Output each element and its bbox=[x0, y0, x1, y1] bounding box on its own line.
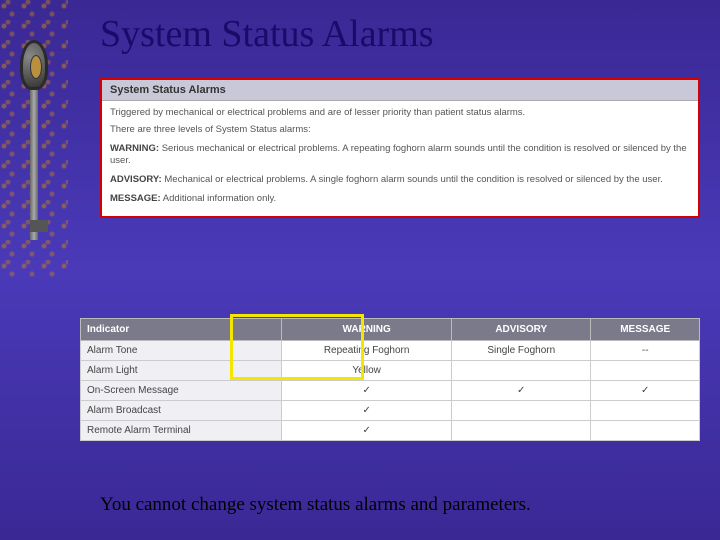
panel-body: Triggered by mechanical or electrical pr… bbox=[102, 101, 698, 216]
cell-warning: Repeating Foghorn bbox=[282, 341, 452, 361]
message-text: Additional information only. bbox=[161, 193, 276, 204]
cell-message bbox=[591, 361, 700, 381]
table-row: On-Screen Message ✓ ✓ ✓ bbox=[81, 381, 700, 401]
panel-header: System Status Alarms bbox=[102, 80, 698, 101]
cell-message bbox=[591, 401, 700, 421]
warning-text: Serious mechanical or electrical problem… bbox=[110, 143, 687, 167]
panel-intro-2: There are three levels of System Status … bbox=[110, 124, 690, 137]
alarm-table: Indicator WARNING ADVISORY MESSAGE Alarm… bbox=[80, 318, 700, 441]
footer-note: You cannot change system status alarms a… bbox=[100, 494, 531, 516]
cell-message bbox=[591, 421, 700, 441]
message-label: MESSAGE: bbox=[110, 193, 161, 204]
advisory-label: ADVISORY: bbox=[110, 174, 162, 185]
advisory-text: Mechanical or electrical problems. A sin… bbox=[162, 174, 663, 185]
cell-label: On-Screen Message bbox=[81, 381, 282, 401]
warning-label: WARNING: bbox=[110, 143, 159, 154]
cell-warning: Yellow bbox=[282, 361, 452, 381]
th-warning: WARNING bbox=[282, 319, 452, 341]
cell-warning: ✓ bbox=[282, 401, 452, 421]
slide-title: System Status Alarms bbox=[100, 12, 434, 56]
cell-label: Alarm Tone bbox=[81, 341, 282, 361]
th-indicator: Indicator bbox=[81, 319, 282, 341]
cell-advisory bbox=[452, 361, 591, 381]
table-row: Remote Alarm Terminal ✓ bbox=[81, 421, 700, 441]
info-panel: System Status Alarms Triggered by mechan… bbox=[100, 78, 700, 218]
table-row: Alarm Broadcast ✓ bbox=[81, 401, 700, 421]
alarm-table-container: Indicator WARNING ADVISORY MESSAGE Alarm… bbox=[80, 318, 700, 441]
cell-advisory bbox=[452, 401, 591, 421]
cell-advisory: ✓ bbox=[452, 381, 591, 401]
th-message: MESSAGE bbox=[591, 319, 700, 341]
cell-advisory: Single Foghorn bbox=[452, 341, 591, 361]
key-graphic bbox=[20, 40, 48, 260]
cell-label: Alarm Light bbox=[81, 361, 282, 381]
cell-warning: ✓ bbox=[282, 381, 452, 401]
cell-label: Remote Alarm Terminal bbox=[81, 421, 282, 441]
panel-intro-1: Triggered by mechanical or electrical pr… bbox=[110, 107, 690, 120]
th-advisory: ADVISORY bbox=[452, 319, 591, 341]
panel-message-line: MESSAGE: Additional information only. bbox=[110, 193, 690, 206]
cell-warning: ✓ bbox=[282, 421, 452, 441]
cell-message: ✓ bbox=[591, 381, 700, 401]
cell-message: -- bbox=[591, 341, 700, 361]
table-row: Alarm Tone Repeating Foghorn Single Fogh… bbox=[81, 341, 700, 361]
panel-warning-line: WARNING: Serious mechanical or electrica… bbox=[110, 143, 690, 169]
cell-advisory bbox=[452, 421, 591, 441]
decorative-left-strip bbox=[0, 0, 68, 280]
table-header-row: Indicator WARNING ADVISORY MESSAGE bbox=[81, 319, 700, 341]
cell-label: Alarm Broadcast bbox=[81, 401, 282, 421]
table-row: Alarm Light Yellow bbox=[81, 361, 700, 381]
panel-advisory-line: ADVISORY: Mechanical or electrical probl… bbox=[110, 174, 690, 187]
